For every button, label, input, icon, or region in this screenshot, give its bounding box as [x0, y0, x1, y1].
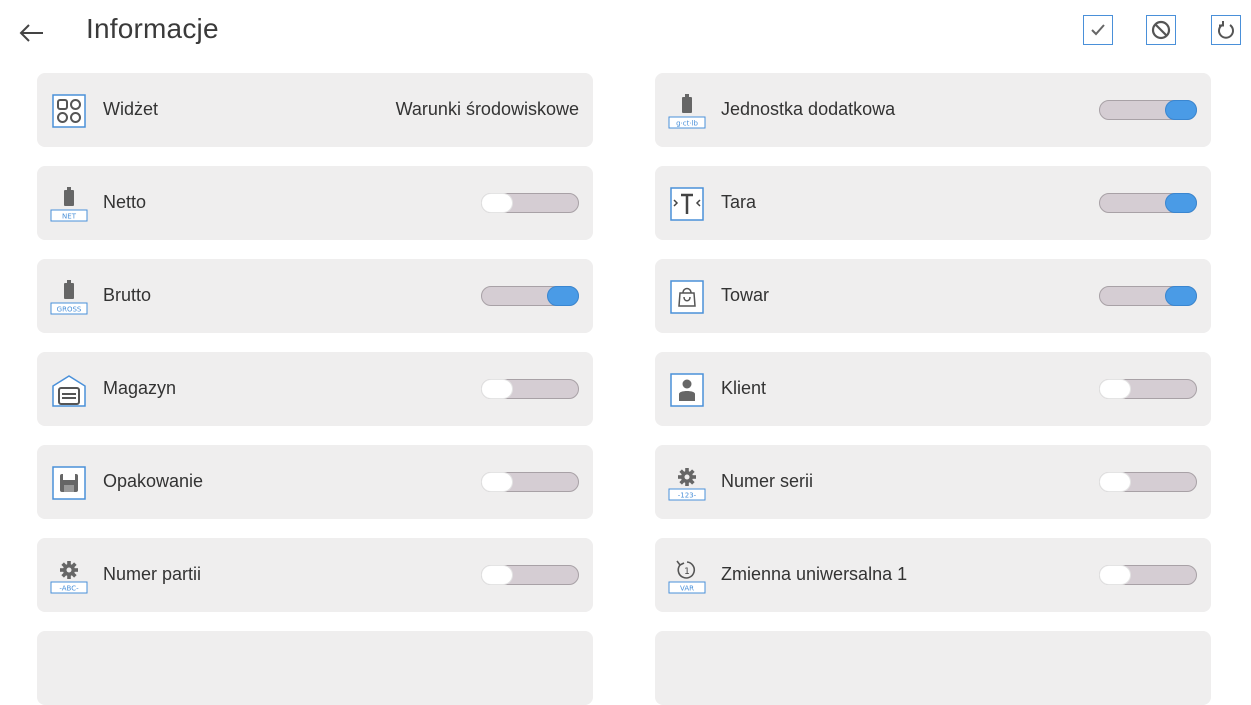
setting-tile-towar[interactable]: Towar	[655, 259, 1211, 333]
toggle-knob	[1099, 565, 1131, 585]
setting-label: Netto	[103, 192, 147, 212]
setting-label: Tara	[721, 192, 757, 212]
back-arrow-icon[interactable]	[18, 20, 44, 46]
svg-text:NET: NET	[62, 213, 77, 221]
klient-toggle[interactable]	[1099, 379, 1197, 399]
jednostka-dodatkowa-toggle[interactable]	[1099, 100, 1197, 120]
towar-toggle[interactable]	[1099, 286, 1197, 306]
setting-tile-widget[interactable]: Widżet Warunki środowiskowe	[37, 73, 593, 147]
setting-label: Jednostka dodatkowa	[721, 99, 896, 119]
setting-tile-zmienna-uniwersalna-1[interactable]: 1 VAR Zmienna uniwersalna 1	[655, 538, 1211, 612]
numer-partii-toggle[interactable]	[481, 565, 579, 585]
gross-weight-icon: GROSS	[49, 278, 89, 316]
setting-tile-partial-right[interactable]	[655, 631, 1211, 705]
setting-tile-netto[interactable]: NET Netto	[37, 166, 593, 240]
setting-label: Klient	[721, 378, 767, 398]
setting-tile-jednostka-dodatkowa[interactable]: g·ct·lb Jednostka dodatkowa	[655, 73, 1211, 147]
setting-label: Numer serii	[721, 471, 814, 491]
product-icon	[667, 278, 707, 316]
batch-number-icon: -ABC-	[49, 557, 89, 595]
numer-serii-toggle[interactable]	[1099, 472, 1197, 492]
svg-text:1: 1	[684, 567, 690, 577]
tara-toggle[interactable]	[1099, 193, 1197, 213]
setting-tile-tara[interactable]: Tara	[655, 166, 1211, 240]
setting-label: Brutto	[103, 285, 152, 305]
universal-variable-icon: 1 VAR	[667, 557, 707, 595]
setting-value: Warunki środowiskowe	[395, 99, 579, 119]
toggle-knob	[1165, 100, 1197, 120]
tare-icon	[667, 185, 707, 223]
toggle-knob	[547, 286, 579, 306]
setting-tile-partial-left[interactable]	[37, 631, 593, 705]
setting-label: Magazyn	[103, 378, 177, 398]
toggle-knob	[1165, 193, 1197, 213]
toggle-knob	[1099, 472, 1131, 492]
netto-toggle[interactable]	[481, 193, 579, 213]
svg-text:GROSS: GROSS	[57, 306, 82, 314]
cancel-icon	[1151, 20, 1171, 40]
opakowanie-toggle[interactable]	[481, 472, 579, 492]
setting-label: Widżet	[103, 99, 159, 119]
cancel-button[interactable]	[1146, 15, 1176, 45]
svg-text:-ABC-: -ABC-	[59, 585, 79, 593]
setting-tile-brutto[interactable]: GROSS Brutto	[37, 259, 593, 333]
svg-text:VAR: VAR	[680, 585, 694, 593]
setting-label: Numer partii	[103, 564, 202, 584]
toggle-knob	[481, 565, 513, 585]
setting-tile-numer-serii[interactable]: -123- Numer serii	[655, 445, 1211, 519]
extra-unit-icon: g·ct·lb	[667, 92, 707, 130]
packaging-icon	[49, 464, 89, 502]
confirm-button[interactable]	[1083, 15, 1113, 45]
svg-text:g·ct·lb: g·ct·lb	[676, 120, 698, 128]
setting-tile-opakowanie[interactable]: Opakowanie	[37, 445, 593, 519]
setting-label: Opakowanie	[103, 471, 204, 491]
toggle-knob	[1099, 379, 1131, 399]
setting-tile-magazyn[interactable]: Magazyn	[37, 352, 593, 426]
setting-label: Zmienna uniwersalna 1	[721, 564, 908, 584]
toggle-knob	[481, 472, 513, 492]
net-weight-icon: NET	[49, 185, 89, 223]
svg-text:-123-: -123-	[678, 492, 697, 500]
zmienna-uniwersalna-1-toggle[interactable]	[1099, 565, 1197, 585]
setting-tile-numer-partii[interactable]: -ABC- Numer partii	[37, 538, 593, 612]
series-number-icon: -123-	[667, 464, 707, 502]
reset-button[interactable]	[1211, 15, 1241, 45]
check-icon	[1091, 24, 1105, 36]
widget-icon	[49, 92, 89, 130]
toggle-knob	[481, 379, 513, 399]
toggle-knob	[1165, 286, 1197, 306]
reset-icon	[1218, 21, 1234, 39]
toggle-knob	[481, 193, 513, 213]
client-icon	[667, 371, 707, 409]
page-title: Informacje	[86, 13, 219, 44]
header-bar: Informacje	[0, 0, 1251, 64]
warehouse-icon	[49, 371, 89, 409]
setting-label: Towar	[721, 285, 770, 305]
brutto-toggle[interactable]	[481, 286, 579, 306]
magazyn-toggle[interactable]	[481, 379, 579, 399]
setting-tile-klient[interactable]: Klient	[655, 352, 1211, 426]
